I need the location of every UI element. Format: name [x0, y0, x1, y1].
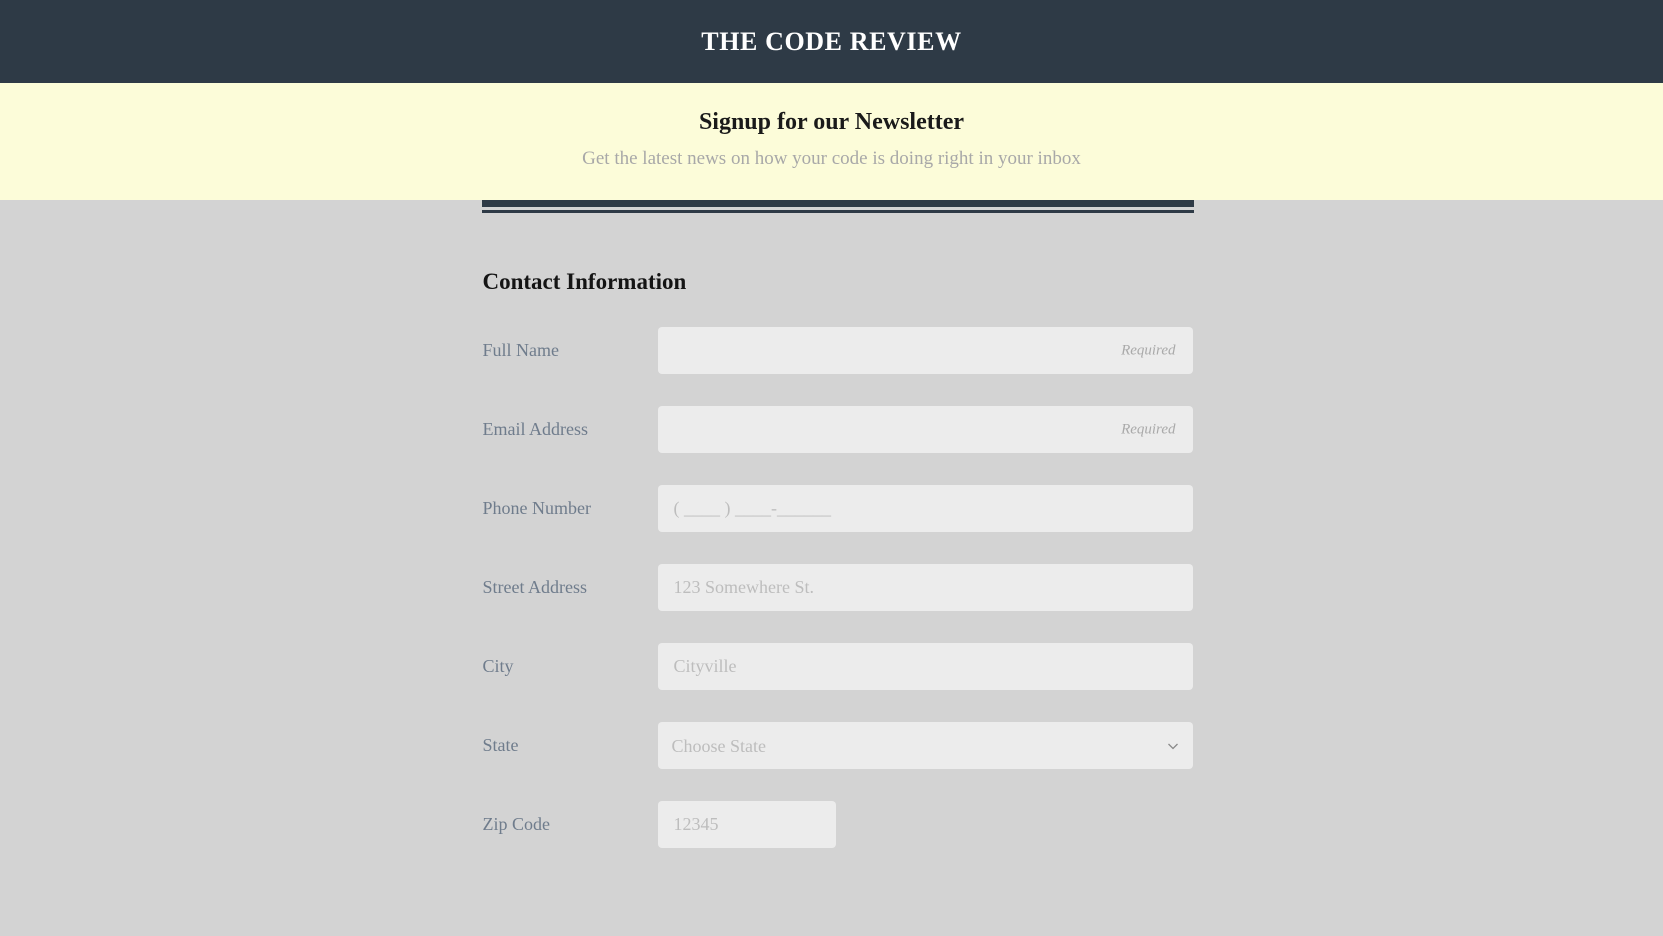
field-row-state: State Choose State: [482, 722, 1194, 769]
city-input[interactable]: [657, 643, 1193, 690]
state-select[interactable]: Choose State: [657, 722, 1193, 769]
label-state: State: [482, 735, 519, 755]
label-full-name: Full Name: [482, 340, 560, 360]
contact-information-heading: Contact Information: [482, 269, 687, 294]
control-full-name: Required: [657, 327, 1194, 374]
control-phone-number: [657, 485, 1194, 532]
email-address-input[interactable]: [657, 406, 1193, 453]
form-bottom-spacer: [482, 848, 1194, 908]
zip-code-input[interactable]: [657, 801, 836, 848]
label-phone-number: Phone Number: [482, 498, 591, 518]
newsletter-banner: Signup for our Newsletter Get the latest…: [0, 83, 1663, 200]
form-top-rule: [481, 210, 1194, 213]
field-row-email-address: Email Address Required: [482, 406, 1194, 453]
full-name-input[interactable]: [657, 327, 1193, 374]
field-row-city: City: [482, 643, 1194, 690]
field-row-phone-number: Phone Number: [482, 485, 1194, 532]
label-email-address: Email Address: [482, 419, 589, 439]
field-row-zip-code: Zip Code: [482, 801, 1194, 848]
newsletter-signup-form: Contact Information Full Name Required E…: [481, 200, 1194, 908]
control-zip-code: [657, 801, 1194, 848]
banner-heading: Signup for our Newsletter: [698, 109, 965, 135]
site-title: THE CODE REVIEW: [701, 26, 962, 56]
control-city: [657, 643, 1194, 690]
control-street-address: [657, 564, 1194, 611]
label-zip-code: Zip Code: [482, 814, 551, 834]
form-area: Contact Information Full Name Required E…: [0, 200, 1663, 908]
control-email-address: Required: [657, 406, 1194, 453]
label-street-address: Street Address: [482, 577, 587, 597]
street-address-input[interactable]: [657, 564, 1193, 611]
phone-number-input[interactable]: [657, 485, 1193, 532]
field-row-street-address: Street Address: [482, 564, 1194, 611]
state-select-wrap: Choose State: [657, 722, 1193, 769]
control-state: Choose State: [657, 722, 1194, 769]
banner-subheading: Get the latest news on how your code is …: [582, 148, 1081, 169]
label-city: City: [482, 656, 514, 676]
field-row-full-name: Full Name Required: [482, 327, 1194, 374]
site-masthead: THE CODE REVIEW: [0, 0, 1663, 83]
